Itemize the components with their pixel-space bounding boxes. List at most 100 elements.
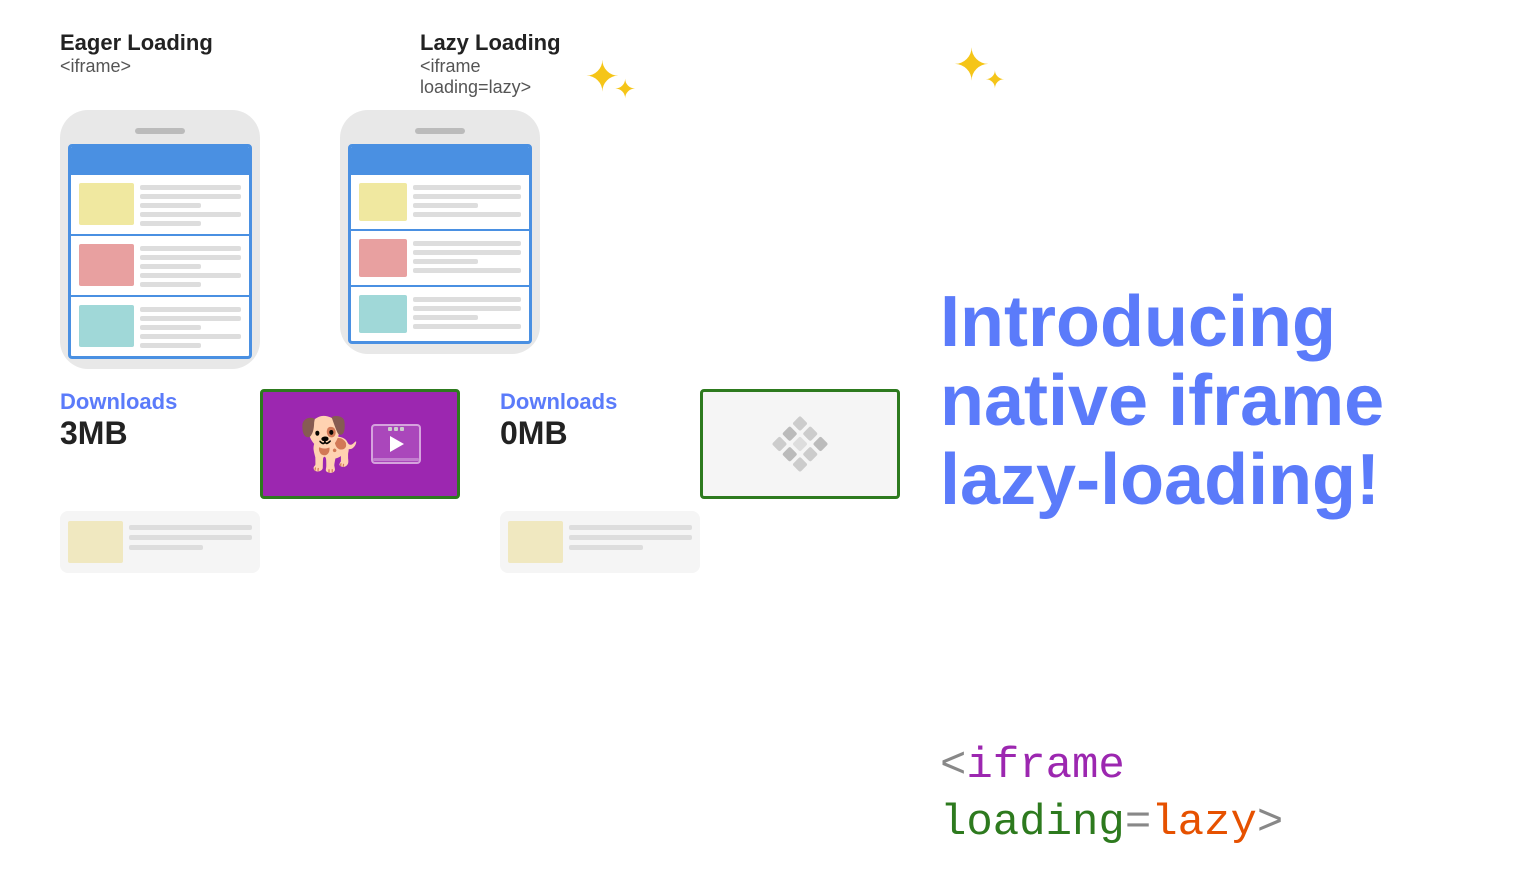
mini-content-left (68, 521, 252, 563)
line (140, 282, 201, 287)
line (140, 246, 241, 251)
line (140, 264, 201, 269)
play-box (371, 424, 421, 464)
mini-phone-right (500, 511, 700, 573)
lazy-thumbnail (700, 389, 900, 499)
code-snippet-bottom: <iframe loading=lazy> (940, 738, 1476, 852)
lazy-phone (340, 110, 540, 354)
eager-block-1 (71, 175, 249, 236)
code-text: <iframe loading=lazy> (940, 738, 1476, 852)
eager-block-3 (71, 297, 249, 356)
eager-block-2 (71, 236, 249, 297)
eager-phone-section (60, 110, 260, 369)
eager-thumbnail: 🐕 (260, 389, 460, 499)
sparkles-right: ✦ ✦ (940, 40, 1000, 95)
eager-phone-topbar (71, 147, 249, 175)
header-labels: Eager Loading <iframe> Lazy Loading <ifr… (60, 30, 620, 108)
sparkle-small-icon: ✦ (614, 76, 636, 102)
line (413, 212, 521, 217)
line (140, 334, 241, 339)
mini-content-right (508, 521, 692, 563)
right-side: ✦ ✦ Introducing native iframe lazy-loadi… (900, 30, 1476, 852)
intro-line2: native iframe (940, 361, 1384, 441)
eager-lines-1 (140, 183, 241, 226)
introducing-section: Introducing native iframe lazy-loading! (940, 253, 1476, 521)
line (413, 259, 478, 264)
line (140, 194, 241, 199)
eager-phone-speaker (135, 128, 185, 134)
code-value-lazy: lazy (1151, 798, 1257, 848)
eager-downloads-label: Downloads (60, 389, 260, 415)
lazy-phone-speaker (415, 128, 465, 134)
lazy-code-sparkle: ✦ ✦ (940, 40, 1000, 95)
lazy-lines-3 (413, 295, 521, 329)
line (140, 273, 241, 278)
eager-thumbnail-inner: 🐕 (299, 414, 422, 475)
lazy-image-1 (359, 183, 407, 221)
eager-downloads-section: Downloads 3MB (60, 389, 260, 452)
lazy-lines-2 (413, 239, 521, 273)
eager-image-2 (79, 244, 134, 286)
loading-spinner-icon (770, 414, 830, 474)
lazy-downloads-section: Downloads 0MB (500, 389, 700, 452)
line (413, 185, 521, 190)
line (413, 241, 521, 246)
eager-image-1 (79, 183, 134, 225)
line (413, 250, 521, 255)
line (129, 535, 252, 540)
eager-title: Eager Loading (60, 30, 260, 56)
eager-lines-3 (140, 305, 241, 348)
mini-phone-left (60, 511, 260, 573)
left-side: Eager Loading <iframe> Lazy Loading <ifr… (60, 30, 900, 852)
eager-thumbnail-container: 🐕 (260, 389, 460, 499)
mini-lines-right (569, 521, 692, 550)
line (140, 203, 201, 208)
play-triangle-icon (390, 436, 404, 452)
line (413, 268, 521, 273)
lazy-phone-section (340, 110, 540, 354)
line (129, 525, 252, 530)
line (140, 255, 241, 260)
line (129, 545, 203, 550)
eager-label: Eager Loading <iframe> (60, 30, 260, 98)
lazy-block-3 (351, 287, 529, 341)
code-keyword-iframe: iframe (966, 741, 1124, 791)
lazy-lines-1 (413, 183, 521, 217)
eager-lines-2 (140, 244, 241, 287)
introducing-text: Introducing native iframe lazy-loading! (940, 283, 1476, 521)
line (413, 203, 478, 208)
eager-downloads-value: 3MB (60, 415, 260, 452)
lazy-image-3 (359, 295, 407, 333)
phones-row (60, 110, 900, 369)
line (140, 212, 241, 217)
eager-code: <iframe> (60, 56, 260, 77)
lazy-phone-topbar (351, 147, 529, 175)
line (140, 316, 241, 321)
eager-phone (60, 110, 260, 369)
lazy-label: Lazy Loading <iframe loading=lazy> ✦ ✦ (420, 30, 620, 98)
code-bracket-close: > (1257, 798, 1283, 848)
lazy-downloads-label: Downloads (500, 389, 700, 415)
line (413, 306, 521, 311)
eager-phone-screen (68, 144, 252, 359)
code-equals: = (1125, 798, 1151, 848)
intro-line3: lazy-loading! (940, 440, 1380, 520)
lazy-block-2 (351, 231, 529, 287)
dog-icon: 🐕 (299, 414, 364, 475)
eager-image-3 (79, 305, 134, 347)
bottom-phones-row (60, 511, 900, 573)
sparkles: ✦ ✦ (585, 56, 620, 98)
downloads-row: Downloads 3MB 🐕 (60, 389, 900, 499)
main-container: Eager Loading <iframe> Lazy Loading <ifr… (0, 0, 1536, 882)
mini-image-right (508, 521, 563, 563)
code-bracket-open: < (940, 741, 966, 791)
mini-lines-left (129, 521, 252, 550)
line (140, 185, 241, 190)
line (413, 194, 521, 199)
line (413, 297, 521, 302)
mini-image-left (68, 521, 123, 563)
lazy-image-2 (359, 239, 407, 277)
line (140, 221, 201, 226)
top-right-area: ✦ ✦ (940, 40, 1476, 95)
intro-line1: Introducing (940, 282, 1336, 362)
